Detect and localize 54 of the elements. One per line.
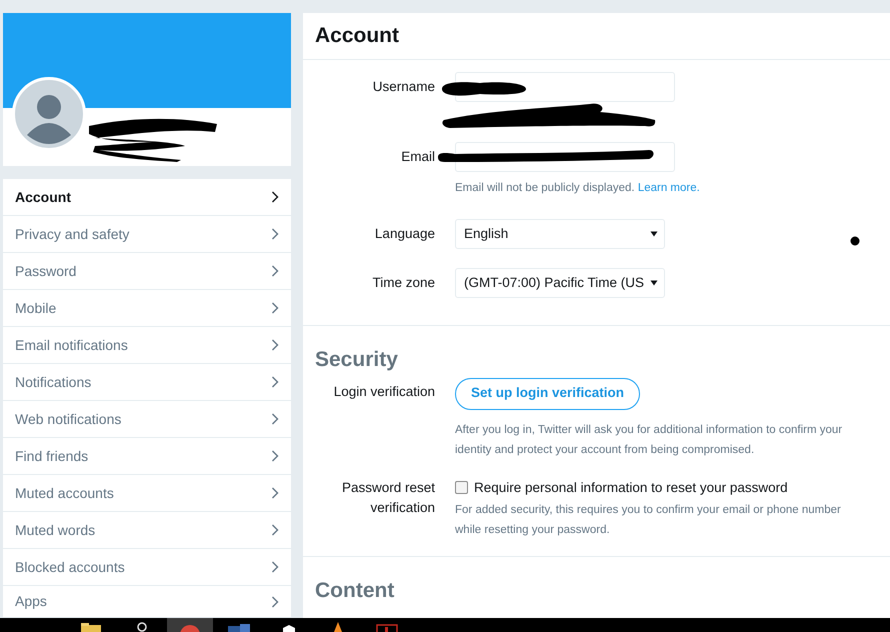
- section-heading: Content: [314, 578, 396, 604]
- input-field[interactable]: [455, 72, 675, 102]
- sidebar-item[interactable]: Privacy and safety: [3, 216, 291, 253]
- taskbar-item[interactable]: [167, 618, 213, 632]
- chevron-icon: [271, 596, 279, 608]
- sidebar-item[interactable]: Muted words: [3, 512, 291, 549]
- avatar-icon: [12, 77, 86, 151]
- help-text: For added security, this requires you to confirm your email or phone number while resetting your password.: [455, 502, 842, 538]
- help-text: Email will not be publicly displayed. Learn more.: [455, 181, 701, 196]
- field-label: Username: [372, 78, 435, 96]
- chevron-icon: [271, 339, 279, 351]
- chevron-icon: [271, 413, 279, 425]
- chevron-icon: [271, 561, 279, 573]
- search-icon[interactable]: [136, 621, 148, 632]
- cone-icon[interactable]: [333, 621, 343, 632]
- dot-mark: [850, 236, 860, 246]
- section-heading: Account: [303, 13, 890, 60]
- section-heading: Security: [314, 347, 399, 373]
- sidebar-item[interactable]: Web notifications: [3, 401, 291, 438]
- sidebar-item[interactable]: Find friends: [3, 438, 291, 475]
- chevron-icon: [271, 228, 279, 240]
- shield-icon[interactable]: [282, 624, 296, 632]
- field-label: Language: [374, 225, 435, 243]
- checkbox[interactable]: [455, 481, 468, 494]
- chevron-icon: [271, 524, 279, 536]
- sidebar-item[interactable]: Account: [3, 179, 291, 216]
- field-label: Password reset verification: [340, 478, 435, 516]
- dropdown-arrow-icon: [650, 231, 658, 237]
- chevron-icon: [271, 487, 279, 499]
- sidebar-item[interactable]: Blocked accounts: [3, 549, 291, 586]
- sidebar-item[interactable]: Email notifications: [3, 327, 291, 364]
- document-icon[interactable]: [228, 624, 252, 632]
- chevron-icon: [271, 191, 279, 203]
- field-label: Login verification: [332, 382, 435, 401]
- dropdown[interactable]: English: [455, 219, 665, 249]
- folder-icon[interactable]: [80, 623, 102, 632]
- dropdown-arrow-icon: [650, 280, 658, 286]
- dropdown[interactable]: (GMT-07:00) Pacific Time (US: [455, 268, 665, 298]
- app-icon[interactable]: [376, 624, 398, 632]
- input-field[interactable]: [455, 142, 675, 172]
- sidebar-item[interactable]: Mobile: [3, 290, 291, 327]
- learn-more-link[interactable]: Learn more.: [638, 182, 700, 194]
- checkbox-option[interactable]: Require personal information to reset your password: [455, 478, 855, 498]
- sidebar-item[interactable]: Muted accounts: [3, 475, 291, 512]
- help-text: After you log in, Twitter will ask you for additional information to confirm your identity and protect your account from being compromised.: [455, 422, 844, 458]
- chevron-icon: [271, 376, 279, 388]
- chevron-icon: [271, 450, 279, 462]
- setup-verification-button[interactable]: Set up login verification: [455, 378, 640, 410]
- chevron-icon: [271, 302, 279, 314]
- field-label: Email: [400, 148, 435, 166]
- sidebar-item[interactable]: Password: [3, 253, 291, 290]
- field-label: Time zone: [371, 274, 435, 292]
- sidebar-item[interactable]: Notifications: [3, 364, 291, 401]
- chevron-icon: [271, 265, 279, 277]
